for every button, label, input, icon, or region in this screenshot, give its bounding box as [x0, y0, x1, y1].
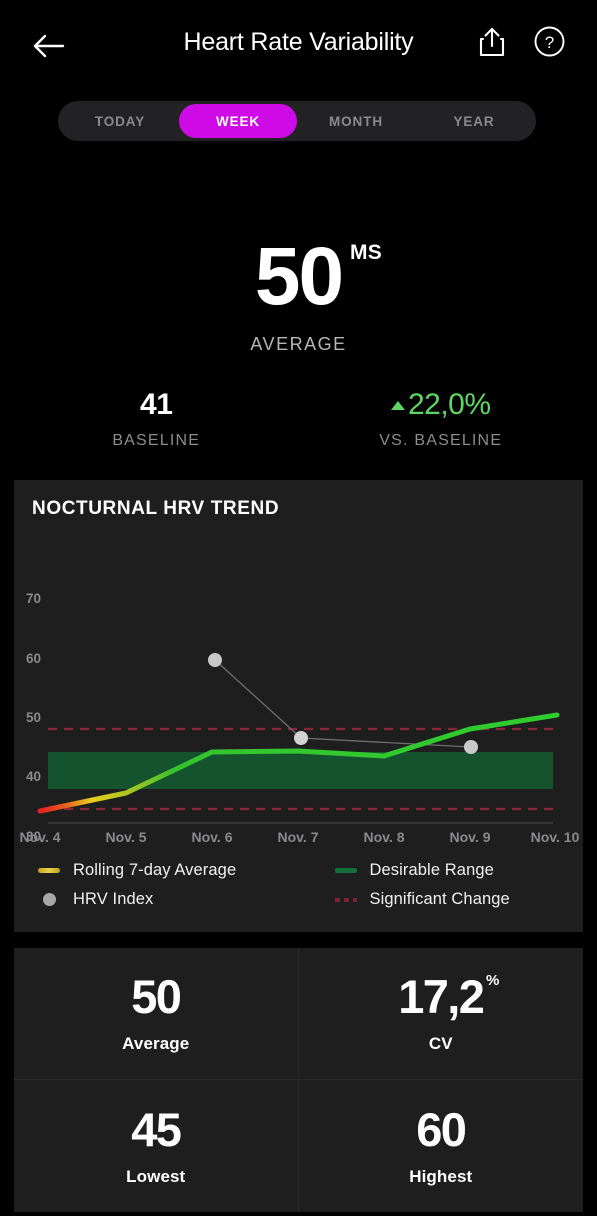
x-tick-nov-6: Nov. 6	[192, 829, 233, 845]
share-button[interactable]	[478, 27, 506, 57]
help-button[interactable]: ?	[534, 26, 565, 57]
share-icon	[479, 27, 505, 56]
legend-label: Significant Change	[369, 890, 510, 908]
y-tick-60: 60	[26, 651, 41, 666]
green-line-swatch-icon	[334, 860, 357, 882]
stat-cv-label: CV	[428, 1034, 453, 1053]
legend-item-hrv-index[interactable]: HRV Index	[38, 885, 311, 914]
chart-title: NOCTURNAL HRV TREND	[32, 498, 280, 519]
legend-item-significant-change[interactable]: Significant Change	[311, 885, 584, 914]
x-tick-nov-4: Nov. 4	[20, 829, 61, 845]
header-actions: ?	[478, 26, 565, 57]
y-tick-40: 40	[26, 769, 41, 784]
stat-cv: 17,2 % CV	[298, 948, 583, 1080]
stat-highest-label: Highest	[409, 1166, 473, 1186]
hrv-detail-screen: Heart Rate Variability ? TODAY WEEK MONT…	[0, 0, 597, 1216]
legend-label: Desirable Range	[369, 861, 494, 879]
legend-item-desirable-range[interactable]: Desirable Range	[311, 856, 584, 885]
tab-week[interactable]: WEEK	[179, 104, 297, 138]
tab-month[interactable]: MONTH	[297, 104, 415, 138]
nocturnal-hrv-trend-card: NOCTURNAL HRV TREND 70 60 50 40 30 Nov. …	[14, 480, 583, 932]
tab-today[interactable]: TODAY	[61, 104, 179, 138]
baseline-stat: 41 BASELINE	[14, 388, 299, 450]
desirable-range-band	[48, 752, 553, 789]
x-tick-nov-10: Nov. 10	[531, 829, 580, 845]
vs-baseline-value: 22,0%	[407, 388, 491, 421]
svg-text:?: ?	[545, 33, 554, 52]
hero-stat: 50 MS AVERAGE	[0, 236, 597, 355]
vs-baseline-value-wrap: 22,0%	[299, 388, 584, 421]
stat-lowest: 45 Lowest	[14, 1080, 299, 1212]
y-tick-50: 50	[26, 710, 41, 725]
time-range-segmented-control[interactable]: TODAY WEEK MONTH YEAR	[58, 101, 536, 141]
stat-highest-value: 60	[416, 1102, 467, 1156]
x-tick-nov-9: Nov. 9	[450, 829, 491, 845]
tab-year[interactable]: YEAR	[415, 104, 533, 138]
stat-cv-unit: %	[485, 972, 500, 989]
stat-highest: 60 Highest	[299, 1080, 584, 1212]
stat-lowest-label: Lowest	[126, 1166, 186, 1186]
x-tick-nov-5: Nov. 5	[106, 829, 147, 845]
hero-unit: MS	[350, 241, 383, 264]
legend-item-rolling-average[interactable]: Rolling 7-day Average	[38, 856, 311, 885]
question-mark-circle-icon: ?	[534, 26, 565, 57]
vs-baseline-label: VS. BASELINE	[379, 432, 503, 449]
y-tick-70: 70	[26, 591, 41, 606]
hero-value: 50	[254, 231, 344, 322]
legend-label: HRV Index	[73, 890, 154, 908]
grey-dot-swatch-icon	[38, 889, 60, 911]
stat-cv-value: 17,2	[398, 970, 485, 1023]
x-axis-labels: Nov. 4 Nov. 5 Nov. 6 Nov. 7 Nov. 8 Nov. …	[20, 822, 580, 845]
summary-stats-grid: 50 Average 17,2 % CV 45 Lowest 60 Highes…	[14, 948, 583, 1212]
x-tick-nov-8: Nov. 8	[364, 829, 405, 845]
vs-baseline-stat: 22,0% VS. BASELINE	[299, 388, 584, 450]
stat-average-label: Average	[122, 1034, 190, 1053]
stat-lowest-value: 45	[131, 1102, 182, 1156]
stat-average-value-wrap: 50	[131, 970, 182, 1023]
baseline-row: 41 BASELINE 22,0% VS. BASELINE	[14, 388, 583, 450]
legend-label: Rolling 7-day Average	[73, 861, 237, 879]
baseline-label: BASELINE	[112, 432, 201, 449]
caret-up-icon	[390, 401, 405, 410]
baseline-value: 41	[139, 388, 173, 421]
stat-highest-value-wrap: 60	[416, 1102, 467, 1156]
stat-average: 50 Average	[14, 948, 299, 1080]
hrv-trend-chart[interactable]: 70 60 50 40 30 Nov. 4 Nov. 5 Nov. 6 Nov.…	[14, 520, 583, 850]
hero-label: AVERAGE	[250, 334, 347, 354]
chart-canvas: 70 60 50 40 30	[26, 591, 560, 844]
hero-value-wrap: 50 MS	[255, 236, 382, 318]
hrv-index-point[interactable]	[208, 653, 222, 667]
stat-cv-value-wrap: 17,2 %	[398, 970, 499, 1023]
gradient-line-swatch-icon	[38, 860, 60, 882]
app-header: Heart Rate Variability ?	[14, 0, 583, 90]
x-tick-nov-7: Nov. 7	[278, 829, 319, 845]
stat-lowest-value-wrap: 45	[131, 1102, 182, 1156]
stat-average-value: 50	[131, 970, 182, 1023]
chart-legend: Rolling 7-day Average Desirable Range HR…	[14, 850, 583, 932]
red-dashed-swatch-icon	[334, 889, 357, 911]
hrv-index-point[interactable]	[294, 731, 308, 745]
hrv-index-point[interactable]	[464, 740, 478, 754]
hrv-index-connector	[214, 659, 472, 748]
